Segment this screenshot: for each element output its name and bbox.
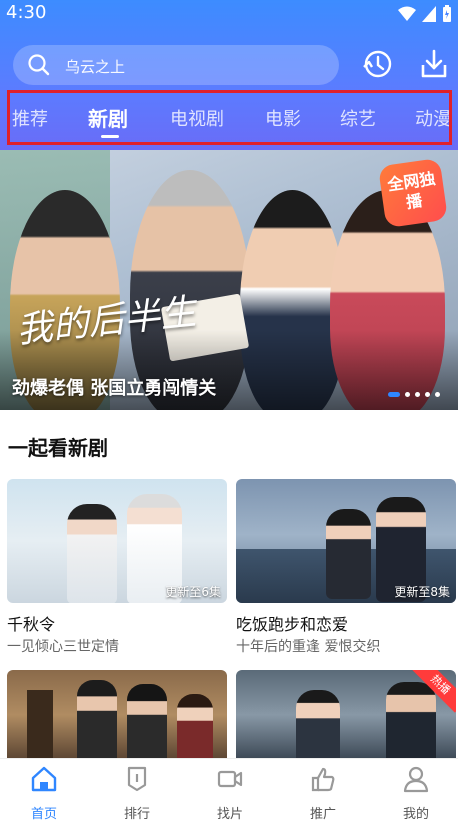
tab-anime[interactable]: 动漫: [415, 105, 451, 131]
battery-icon: [443, 5, 451, 22]
banner-caption: 劲爆老偶 张国立勇闯情关: [12, 378, 217, 399]
drama-card[interactable]: 热播: [236, 670, 456, 760]
thumb-figure: [296, 690, 340, 760]
status-icons: [398, 5, 452, 23]
drama-card[interactable]: [7, 670, 227, 760]
bottom-navigation: 首页 排行 找片 推广 我的: [0, 758, 458, 822]
signal-icon: [422, 6, 436, 22]
nav-label: 排行: [123, 807, 150, 822]
drama-description: 十年后的重逢 爱恨交织: [236, 639, 381, 655]
nav-mine[interactable]: 我的: [381, 765, 451, 822]
nav-home[interactable]: 首页: [9, 765, 79, 822]
history-icon[interactable]: [360, 47, 394, 81]
video-camera-icon: [217, 770, 243, 788]
carousel-dot[interactable]: [435, 392, 440, 397]
wifi-icon: [398, 6, 416, 21]
thumb-figure: [177, 694, 213, 760]
nav-label: 找片: [216, 807, 243, 822]
thumb-figure: [127, 684, 167, 760]
carousel-dots: [388, 392, 440, 397]
search-placeholder: 乌云之上: [65, 58, 126, 76]
carousel-dot-active[interactable]: [388, 392, 400, 397]
drama-card[interactable]: 更新至8集 吃饭跑步和恋爱 十年后的重逢 爱恨交织: [236, 479, 456, 655]
drama-thumbnail[interactable]: 更新至6集: [7, 479, 227, 603]
exclusive-badge: 全网独播: [377, 157, 449, 229]
drama-thumbnail[interactable]: 更新至8集: [236, 479, 456, 603]
thumb-figure: [326, 509, 371, 599]
nav-label: 我的: [402, 807, 429, 822]
thumbs-up-icon: [311, 767, 335, 792]
nav-promote[interactable]: 推广: [288, 765, 358, 822]
drama-description: 一见倾心三世定情: [7, 639, 119, 655]
thumb-figure: [27, 690, 53, 760]
carousel-dot[interactable]: [405, 392, 410, 397]
ranking-icon: [127, 766, 147, 792]
episode-badge: 更新至6集: [165, 585, 221, 599]
nav-discover[interactable]: 找片: [195, 765, 265, 822]
drama-title[interactable]: 吃饭跑步和恋爱: [236, 611, 348, 635]
home-icon: [31, 766, 57, 792]
status-bar: 4:30: [0, 0, 458, 28]
search-icon: [28, 54, 50, 76]
nav-label: 推广: [309, 807, 336, 822]
active-tab-indicator: [101, 135, 119, 138]
header: 4:30 乌云之上 推荐 新剧 电视剧 电影 综艺 动漫: [0, 0, 458, 150]
episode-badge: 更新至8集: [394, 585, 450, 599]
drama-thumbnail[interactable]: [7, 670, 227, 760]
thumb-figure: [386, 682, 436, 760]
person-icon: [403, 766, 429, 793]
drama-title[interactable]: 千秋令: [7, 611, 55, 635]
tab-new-drama[interactable]: 新剧: [88, 103, 128, 132]
thumb-figure: [67, 504, 117, 603]
category-tabs: 推荐 新剧 电视剧 电影 综艺 动漫: [0, 90, 458, 146]
status-time: 4:30: [6, 2, 47, 23]
carousel-dot[interactable]: [415, 392, 420, 397]
thumb-figure: [77, 680, 117, 760]
search-bar[interactable]: 乌云之上: [13, 45, 339, 85]
carousel-dot[interactable]: [425, 392, 430, 397]
section-title: 一起看新剧: [8, 436, 108, 460]
featured-banner[interactable]: 我的后半生 全网独播 劲爆老偶 张国立勇闯情关: [0, 150, 458, 410]
tab-recommend[interactable]: 推荐: [12, 105, 48, 131]
tab-variety[interactable]: 综艺: [340, 105, 376, 131]
drama-card[interactable]: 更新至6集 千秋令 一见倾心三世定情: [7, 479, 227, 655]
tab-tv-series[interactable]: 电视剧: [170, 105, 224, 131]
nav-label: 首页: [30, 807, 57, 822]
download-icon[interactable]: [417, 47, 451, 81]
drama-thumbnail[interactable]: 热播: [236, 670, 456, 760]
nav-ranking[interactable]: 排行: [102, 765, 172, 822]
tab-movies[interactable]: 电影: [265, 105, 301, 131]
